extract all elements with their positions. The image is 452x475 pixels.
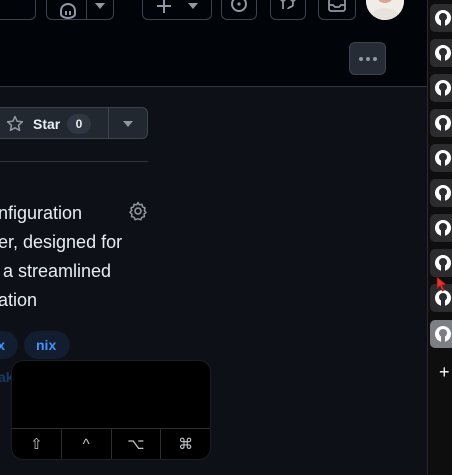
copilot-icon bbox=[60, 3, 76, 19]
repo-description: nfiguration er, designed for a streamlin… bbox=[0, 199, 138, 315]
user-avatar[interactable] bbox=[366, 0, 404, 20]
gear-icon[interactable] bbox=[128, 201, 148, 221]
inbox-button[interactable] bbox=[318, 0, 356, 20]
create-new-button[interactable] bbox=[142, 0, 212, 20]
star-count-badge: 0 bbox=[67, 114, 91, 134]
star-button-label[interactable]: Star bbox=[33, 116, 60, 132]
git-pull-request-icon bbox=[280, 0, 296, 10]
github-icon bbox=[435, 10, 451, 26]
dock-tab[interactable] bbox=[430, 214, 452, 242]
star-button-group[interactable]: Star 0 bbox=[0, 107, 148, 139]
inbox-icon bbox=[328, 0, 346, 12]
add-tab-button[interactable]: + bbox=[439, 362, 450, 383]
avatar-image bbox=[366, 0, 404, 20]
dock-tab[interactable] bbox=[430, 74, 452, 102]
pull-requests-button[interactable] bbox=[270, 0, 306, 20]
dock-tab[interactable] bbox=[430, 179, 452, 207]
chevron-down-icon[interactable] bbox=[95, 3, 105, 9]
description-line: nfiguration bbox=[0, 203, 83, 223]
description-line: ation bbox=[0, 290, 38, 310]
issue-circle-icon bbox=[231, 0, 247, 12]
github-icon bbox=[435, 185, 451, 201]
topic-tag[interactable]: nix bbox=[24, 331, 70, 359]
plus-icon bbox=[157, 0, 171, 13]
option-key[interactable]: ⌥ bbox=[112, 429, 162, 459]
github-icon bbox=[435, 150, 451, 166]
more-options-button[interactable] bbox=[349, 42, 386, 75]
global-header bbox=[0, 0, 427, 87]
section-divider bbox=[0, 161, 148, 162]
command-key[interactable]: ⌘ bbox=[161, 429, 210, 459]
dock-tab[interactable] bbox=[430, 39, 452, 67]
github-icon bbox=[435, 80, 451, 96]
github-icon bbox=[435, 220, 451, 236]
copilot-button-group[interactable] bbox=[46, 0, 114, 20]
dock-tab[interactable] bbox=[430, 144, 452, 172]
dock-tab[interactable] bbox=[430, 109, 452, 137]
github-icon bbox=[435, 326, 451, 342]
topic-label: nix bbox=[36, 337, 57, 353]
github-icon bbox=[435, 255, 451, 271]
description-line: er, designed for bbox=[0, 232, 123, 252]
dock-tab[interactable] bbox=[430, 249, 452, 277]
keyboard-overlay: ⇧ ^ ⌥ ⌘ bbox=[11, 360, 211, 460]
search-input-edge[interactable] bbox=[0, 0, 36, 20]
dock-tab[interactable] bbox=[430, 4, 452, 32]
github-icon bbox=[435, 45, 451, 61]
description-line: a streamlined bbox=[0, 261, 112, 281]
issues-button[interactable] bbox=[221, 0, 257, 20]
dock-tab-active[interactable] bbox=[430, 320, 452, 348]
topic-label: x bbox=[0, 337, 5, 353]
shift-key[interactable]: ⇧ bbox=[12, 429, 62, 459]
github-icon bbox=[435, 115, 451, 131]
topic-tag[interactable]: x bbox=[0, 331, 18, 359]
star-icon bbox=[6, 115, 24, 132]
control-key[interactable]: ^ bbox=[62, 429, 112, 459]
chevron-down-icon[interactable] bbox=[123, 121, 133, 127]
modifier-key-row: ⇧ ^ ⌥ ⌘ bbox=[12, 428, 210, 459]
mouse-cursor-icon bbox=[436, 276, 448, 292]
star-divider bbox=[108, 108, 109, 138]
kebab-horizontal-icon bbox=[359, 57, 377, 61]
tab-dock: + bbox=[427, 0, 452, 475]
chevron-down-icon bbox=[188, 3, 198, 9]
